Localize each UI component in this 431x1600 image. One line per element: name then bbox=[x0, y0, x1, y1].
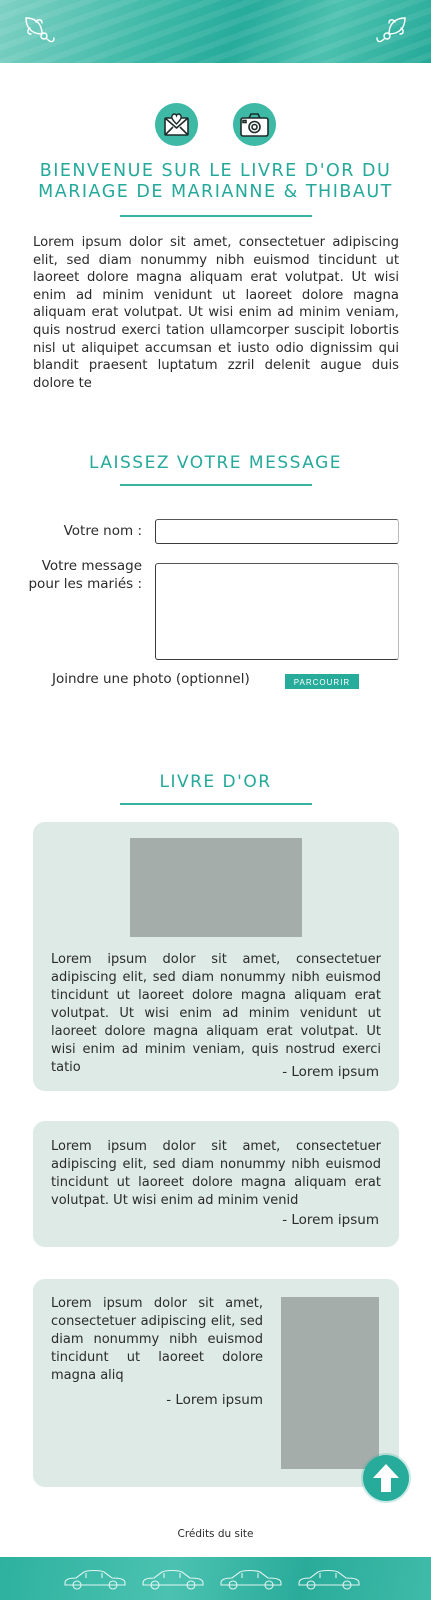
entry-text: Lorem ipsum dolor sit amet, consectetuer… bbox=[51, 952, 381, 1075]
intro-paragraph: Lorem ipsum dolor sit amet, consectetuer… bbox=[33, 235, 399, 391]
photo-label: Joindre une photo (optionnel) bbox=[52, 671, 250, 687]
car-icon bbox=[142, 1569, 204, 1590]
entry-photo bbox=[130, 838, 302, 937]
camera-icon bbox=[233, 103, 276, 146]
entry-author: - Lorem ipsum bbox=[282, 1212, 379, 1228]
guestbook-entry: Lorem ipsum dolor sit amet, consectetuer… bbox=[33, 1121, 399, 1247]
guestbook-title: LIVRE D'OR bbox=[159, 772, 272, 792]
corner-ornament-icon bbox=[376, 17, 406, 43]
corner-ornament-icon bbox=[25, 17, 55, 43]
entry-author: - Lorem ipsum bbox=[282, 1064, 379, 1080]
bottom-banner bbox=[0, 1557, 431, 1600]
envelope-heart-icon bbox=[155, 103, 198, 146]
name-label: Votre nom : bbox=[63, 523, 142, 539]
scroll-to-top-button[interactable] bbox=[363, 1455, 409, 1501]
message-label: Votre message pour les mariés : bbox=[22, 557, 142, 593]
message-textarea[interactable] bbox=[155, 563, 399, 660]
guestbook-entry: Lorem ipsum dolor sit amet, consectetuer… bbox=[33, 822, 399, 1091]
guestbook-entry: Lorem ipsum dolor sit amet, consectetuer… bbox=[33, 1279, 399, 1487]
browse-button[interactable]: PARCOURIR bbox=[285, 674, 359, 689]
entry-text: Lorem ipsum dolor sit amet, consectetuer… bbox=[51, 1296, 263, 1383]
name-input[interactable] bbox=[155, 519, 399, 544]
form-title: LAISSEZ VOTRE MESSAGE bbox=[89, 453, 342, 473]
page-title-line-2: MARIAGE DE MARIANNE & THIBAUT bbox=[38, 182, 393, 202]
entry-photo bbox=[281, 1297, 379, 1469]
form-title-divider bbox=[120, 484, 312, 486]
car-icon bbox=[64, 1569, 126, 1590]
message-label-line-2: pour les mariés : bbox=[28, 576, 142, 592]
title-divider bbox=[120, 215, 312, 217]
page-title-line-1: BIENVENUE SUR LE LIVRE D'OR DU bbox=[39, 161, 392, 181]
guestbook-title-divider bbox=[120, 803, 312, 805]
entry-author: - Lorem ipsum bbox=[166, 1392, 263, 1408]
entry-text: Lorem ipsum dolor sit amet, consectetuer… bbox=[51, 1139, 381, 1208]
message-label-line-1: Votre message bbox=[41, 558, 142, 574]
page-title: BIENVENUE SUR LE LIVRE D'OR DU MARIAGE D… bbox=[0, 161, 431, 203]
arrow-up-icon bbox=[373, 1464, 399, 1492]
site-credits-link[interactable]: Crédits du site bbox=[0, 1528, 431, 1540]
car-icon bbox=[298, 1569, 360, 1590]
car-icon bbox=[220, 1569, 282, 1590]
top-banner bbox=[0, 0, 431, 63]
